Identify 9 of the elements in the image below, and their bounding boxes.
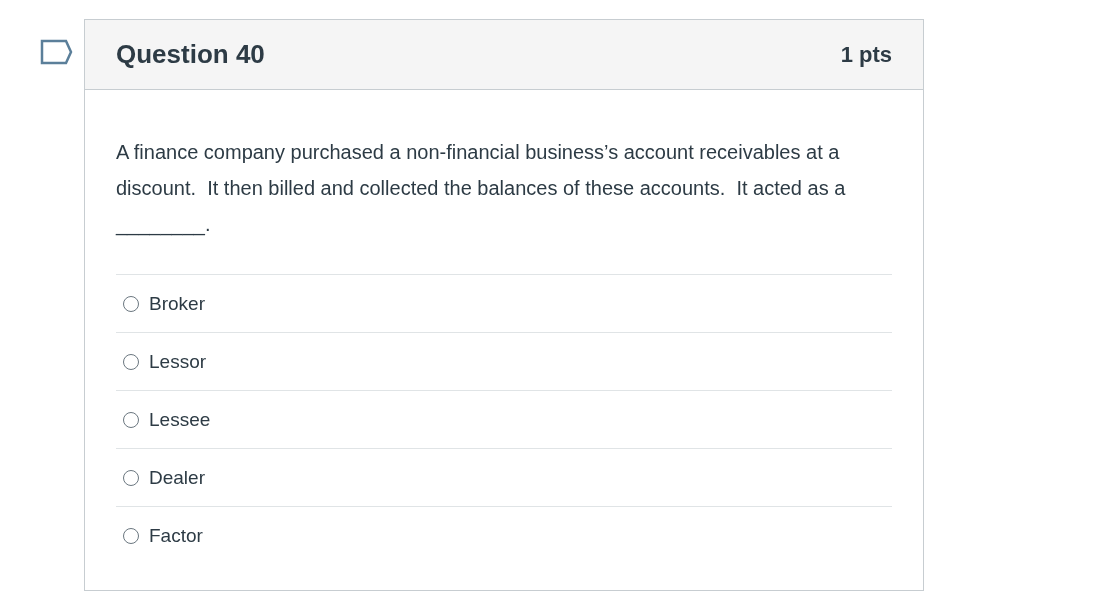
answer-label[interactable]: Broker [149, 292, 205, 315]
answer-label[interactable]: Dealer [149, 466, 205, 489]
answer-label[interactable]: Lessor [149, 350, 207, 373]
points-label: 1 pts [840, 41, 892, 68]
answer-label[interactable]: Lessee [149, 408, 211, 431]
answer-label[interactable]: Factor [149, 524, 203, 547]
question-text: A finance company purchased a non-financial business’s account receivables at a discount. It then billed and collected the balances of these accounts. It acted as a ________. [116, 140, 846, 238]
flag-icon[interactable] [40, 39, 73, 65]
question-title: Question 40 [116, 39, 265, 70]
